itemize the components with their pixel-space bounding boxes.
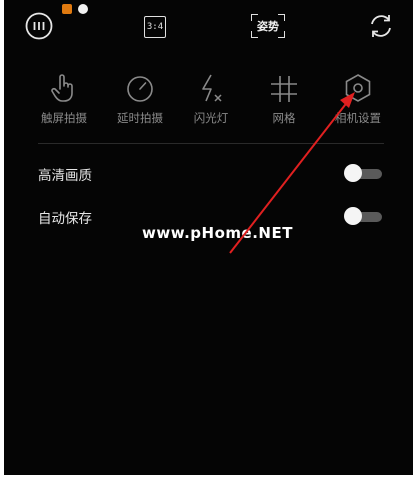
arrowhead xyxy=(340,92,355,108)
annotation-arrow xyxy=(229,92,355,254)
